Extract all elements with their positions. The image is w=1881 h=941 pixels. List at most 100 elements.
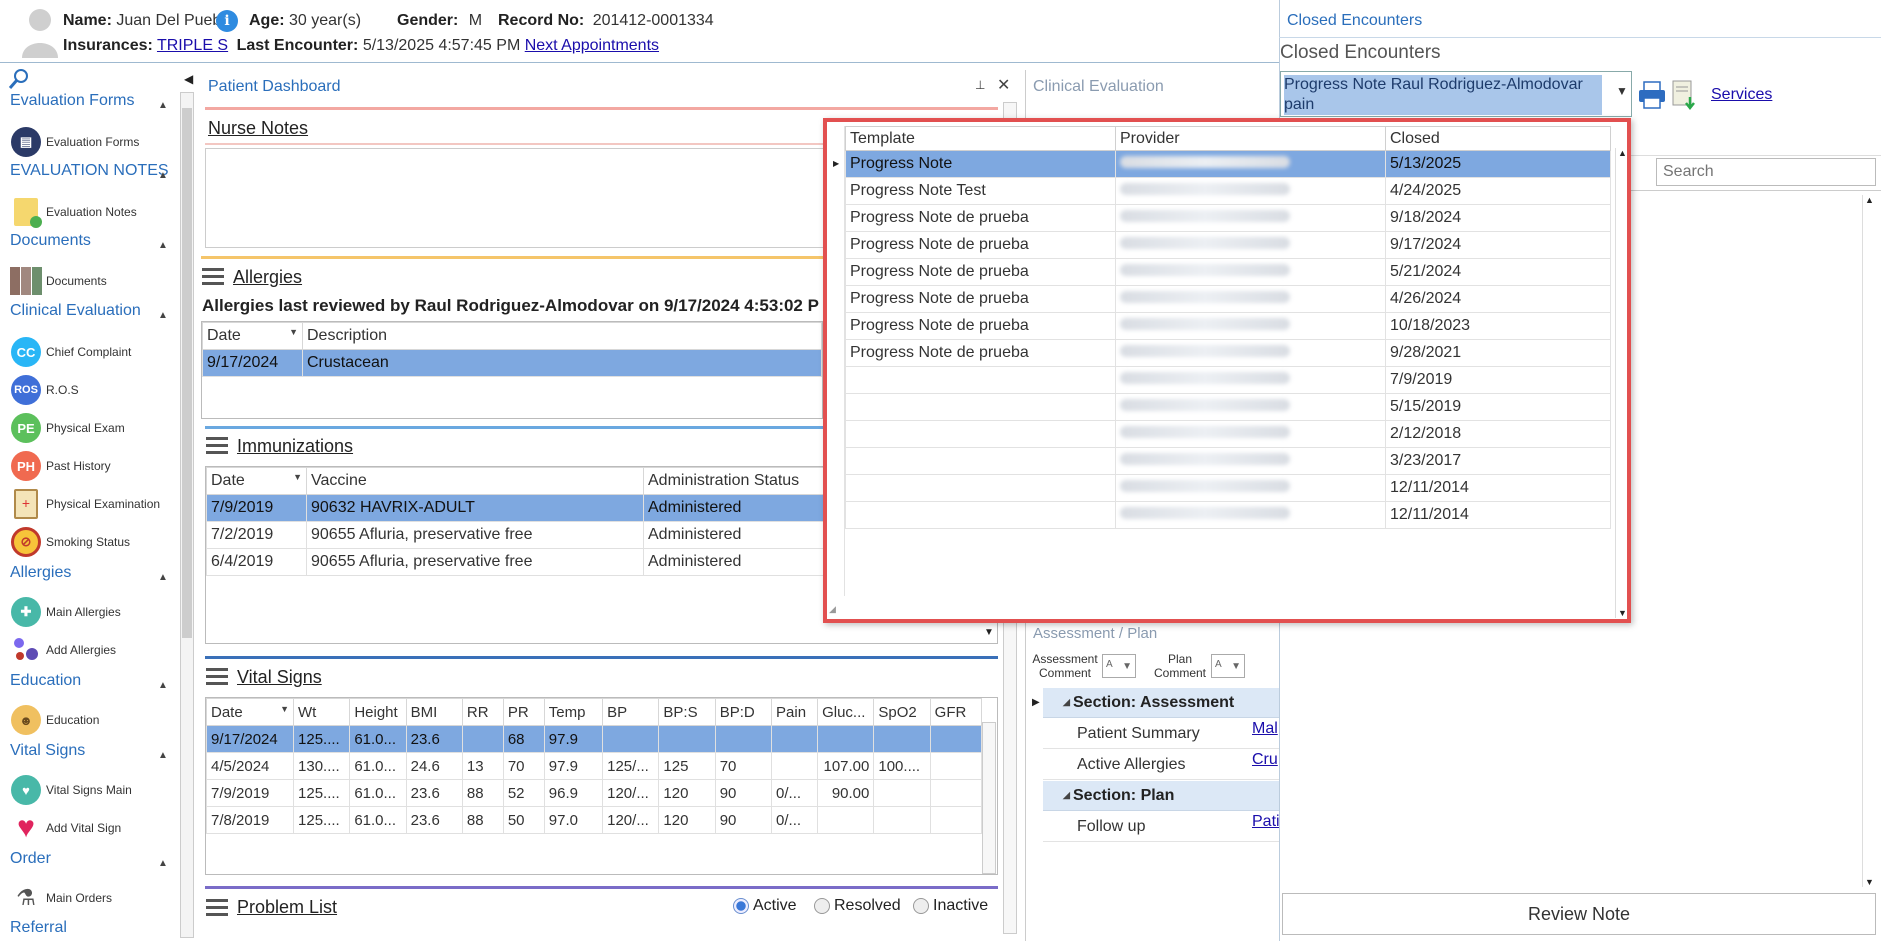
sidebar-item-ros[interactable]: ROS R.O.S — [10, 375, 79, 405]
chevron-up-icon[interactable]: ▲ — [158, 310, 168, 321]
col-vitals[interactable]: GFR — [929, 698, 983, 726]
popup-scrollbar[interactable]: ▲ ▼ — [1615, 148, 1629, 618]
follow-up-row[interactable]: Follow up — [1043, 812, 1279, 842]
col-vaccine[interactable]: Vaccine — [306, 467, 644, 495]
col-vitals[interactable]: BP — [602, 698, 660, 726]
encounter-row[interactable]: Progress Note Test 4/24/2025 — [845, 177, 1611, 205]
clinical-evaluation-title[interactable]: Clinical Evaluation — [1033, 78, 1164, 96]
chevron-up-icon[interactable]: ▲ — [158, 572, 168, 583]
col-vitals[interactable]: PR — [502, 698, 545, 726]
closed-encounters-tab[interactable]: Closed Encounters — [1287, 12, 1422, 30]
encounter-row[interactable]: Progress Note 5/13/2025 — [845, 150, 1611, 178]
review-note-button[interactable]: Review Note — [1282, 893, 1876, 935]
sidebar-section-order[interactable]: Order — [10, 850, 51, 868]
sidebar-section-allergies[interactable]: Allergies — [10, 564, 71, 582]
sidebar-collapse-icon[interactable]: ◀ — [184, 72, 193, 86]
menu-icon[interactable] — [202, 268, 224, 286]
col-description[interactable]: Description — [302, 322, 822, 350]
col-vitals[interactable]: Temp — [543, 698, 604, 726]
col-template[interactable]: Template — [845, 126, 1116, 151]
table-row[interactable]: 9/17/2024 Crustacean — [202, 349, 822, 377]
table-row[interactable]: 7/9/2019 90632 HAVRIX-ADULT Administered — [206, 494, 826, 522]
col-vitals[interactable]: Pain — [771, 698, 819, 726]
encounter-row[interactable]: Progress Note de prueba 9/17/2024 — [845, 231, 1611, 259]
sidebar-item-main-orders[interactable]: ⚗ Main Orders — [10, 883, 112, 913]
chevron-down-icon[interactable]: ▼ — [1616, 84, 1628, 98]
encounter-row[interactable]: Progress Note de prueba 4/26/2024 — [845, 285, 1611, 313]
sidebar-section-evaluation-notes[interactable]: EVALUATION NOTES — [10, 162, 169, 180]
dashboard-title[interactable]: Patient Dashboard — [208, 78, 341, 96]
sidebar-search-icon[interactable] — [8, 68, 30, 95]
sidebar-item-add-vital-sign[interactable]: ♥ Add Vital Sign — [10, 813, 121, 843]
plan-comment-dropdown[interactable]: A ▼ — [1211, 654, 1245, 678]
col-vitals[interactable]: RR — [461, 698, 504, 726]
sidebar-item-documents[interactable]: Documents — [10, 266, 107, 296]
next-appointments-link[interactable]: Next Appointments — [525, 37, 659, 54]
col-vitals[interactable]: SpO2 — [873, 698, 931, 726]
encounter-row[interactable]: Progress Note de prueba 5/21/2024 — [845, 258, 1611, 286]
export-document-icon[interactable] — [1670, 80, 1698, 110]
chevron-up-icon[interactable]: ▲ — [158, 750, 168, 761]
col-vitals[interactable]: BP:D — [714, 698, 773, 726]
services-link[interactable]: Services — [1711, 86, 1772, 104]
table-row[interactable]: 4/5/2024 130.... 61.0... 24.6 13 70 97.9 125/..… — [206, 752, 983, 780]
chevron-up-icon[interactable]: ▲ — [158, 170, 168, 181]
col-vitals[interactable]: BP:S — [658, 698, 716, 726]
sidebar-item-evaluation-forms[interactable]: ▤ Evaluation Forms — [10, 127, 139, 157]
active-allergies-row[interactable]: Active Allergies — [1043, 750, 1279, 780]
sidebar-item-vital-signs-main[interactable]: ♥ Vital Signs Main — [10, 775, 132, 805]
sidebar-section-education[interactable]: Education — [10, 672, 81, 690]
printer-icon[interactable] — [1637, 80, 1667, 110]
col-date[interactable]: Date ▼ — [202, 322, 303, 350]
encounter-row[interactable]: 12/11/2014 — [845, 474, 1611, 502]
encounter-row[interactable]: 3/23/2017 — [845, 447, 1611, 475]
sidebar-item-smoking-status[interactable]: ⊘ Smoking Status — [10, 527, 130, 557]
expand-arrow-icon[interactable]: ▶ — [1032, 697, 1040, 708]
encounter-row[interactable]: Progress Note de prueba 10/18/2023 — [845, 312, 1611, 340]
sidebar-item-past-history[interactable]: PH Past History — [10, 451, 111, 481]
col-vitals[interactable]: Gluc... — [817, 698, 875, 726]
sidebar-item-physical-examination[interactable]: + Physical Examination — [10, 489, 160, 519]
sidebar-scroll-thumb[interactable] — [182, 108, 192, 638]
table-row[interactable]: 6/4/2019 90655 Afluria, preservative free… — [206, 548, 826, 576]
sidebar-item-physical-exam[interactable]: PE Physical Exam — [10, 413, 125, 443]
vitals-scrollbar[interactable] — [982, 722, 996, 874]
active-allergies-value[interactable]: Cru — [1252, 751, 1278, 769]
chevron-up-icon[interactable]: ▲ — [158, 858, 168, 869]
table-row[interactable]: 9/17/2024 125.... 61.0... 23.6 68 97.9 — [206, 725, 983, 753]
encounter-row[interactable]: Progress Note de prueba 9/18/2024 — [845, 204, 1611, 232]
patient-summary-row[interactable]: Patient Summary — [1043, 719, 1279, 749]
scroll-down-icon[interactable]: ▼ — [984, 627, 994, 638]
col-provider[interactable]: Provider — [1115, 126, 1386, 151]
sidebar-item-main-allergies[interactable]: ✚ Main Allergies — [10, 597, 121, 627]
col-date[interactable]: Date ▼ — [206, 467, 307, 495]
filter-resolved-radio[interactable]: Resolved — [814, 897, 901, 915]
col-vitals[interactable]: Date ▼ — [206, 698, 295, 726]
info-icon[interactable]: i — [216, 10, 238, 32]
table-row[interactable]: 7/2/2019 90655 Afluria, preservative free… — [206, 521, 826, 549]
encounter-row[interactable]: 2/12/2018 — [845, 420, 1611, 448]
encounter-row[interactable]: 5/15/2019 — [845, 393, 1611, 421]
filter-active-radio[interactable]: Active — [733, 897, 797, 915]
col-closed[interactable]: Closed — [1385, 126, 1611, 151]
close-icon[interactable]: ✕ — [997, 75, 1010, 95]
assessment-comment-dropdown[interactable]: A ▼ — [1102, 654, 1136, 678]
col-vitals[interactable]: BMI — [405, 698, 463, 726]
encounter-row[interactable]: Progress Note de prueba 9/28/2021 — [845, 339, 1611, 367]
sidebar-section-documents[interactable]: Documents — [10, 232, 91, 250]
menu-icon[interactable] — [206, 899, 228, 917]
sidebar-item-evaluation-notes[interactable]: Evaluation Notes — [10, 197, 137, 228]
sidebar-item-education[interactable]: ☻ Education — [10, 705, 99, 735]
sidebar-section-vital-signs[interactable]: Vital Signs — [10, 742, 85, 760]
filter-inactive-radio[interactable]: Inactive — [913, 897, 988, 915]
section-plan[interactable]: ◢ Section: Plan — [1043, 781, 1279, 811]
sidebar-item-chief-complaint[interactable]: CC Chief Complaint — [10, 337, 131, 367]
encounter-select-dropdown[interactable]: Progress Note Raul Rodriguez-Almodovar p… — [1280, 71, 1632, 117]
encounters-scrollbar[interactable]: ▲ ▼ — [1862, 195, 1876, 887]
sidebar-section-evaluation-forms[interactable]: Evaluation Forms — [10, 92, 135, 110]
chevron-up-icon[interactable]: ▲ — [158, 240, 168, 251]
menu-icon[interactable] — [206, 668, 228, 686]
col-vitals[interactable]: Wt — [293, 698, 351, 726]
resize-grip-icon[interactable]: ◢ — [829, 604, 836, 615]
sidebar-section-clinical-evaluation[interactable]: Clinical Evaluation — [10, 302, 141, 320]
